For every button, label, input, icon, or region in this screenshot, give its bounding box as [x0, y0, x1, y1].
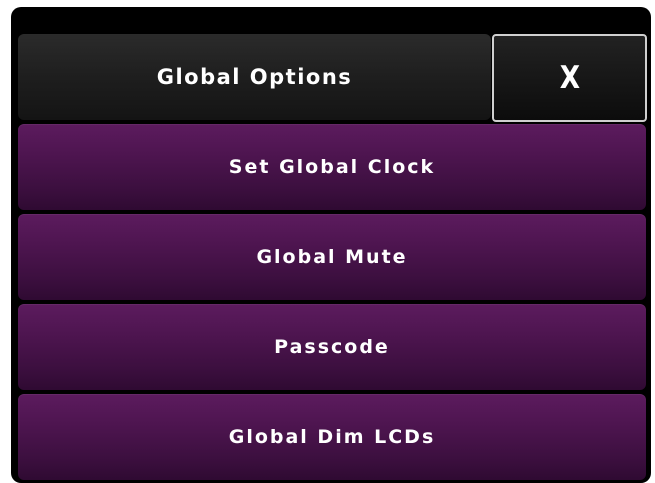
set-global-clock-button[interactable]: Set Global Clock [18, 124, 646, 210]
global-dim-lcds-label: Global Dim LCDs [228, 426, 436, 448]
global-mute-button[interactable]: Global Mute [18, 214, 646, 300]
page-title: Global Options [156, 65, 353, 89]
passcode-label: Passcode [274, 336, 390, 358]
global-dim-lcds-button[interactable]: Global Dim LCDs [18, 394, 646, 480]
options-screen: Global Options X Set Global Clock Global… [11, 7, 651, 483]
header-bar: Global Options [18, 34, 491, 120]
close-icon: X [559, 60, 580, 96]
close-button[interactable]: X [492, 34, 647, 122]
set-global-clock-label: Set Global Clock [228, 156, 436, 178]
passcode-button[interactable]: Passcode [18, 304, 646, 390]
global-mute-label: Global Mute [256, 246, 408, 268]
